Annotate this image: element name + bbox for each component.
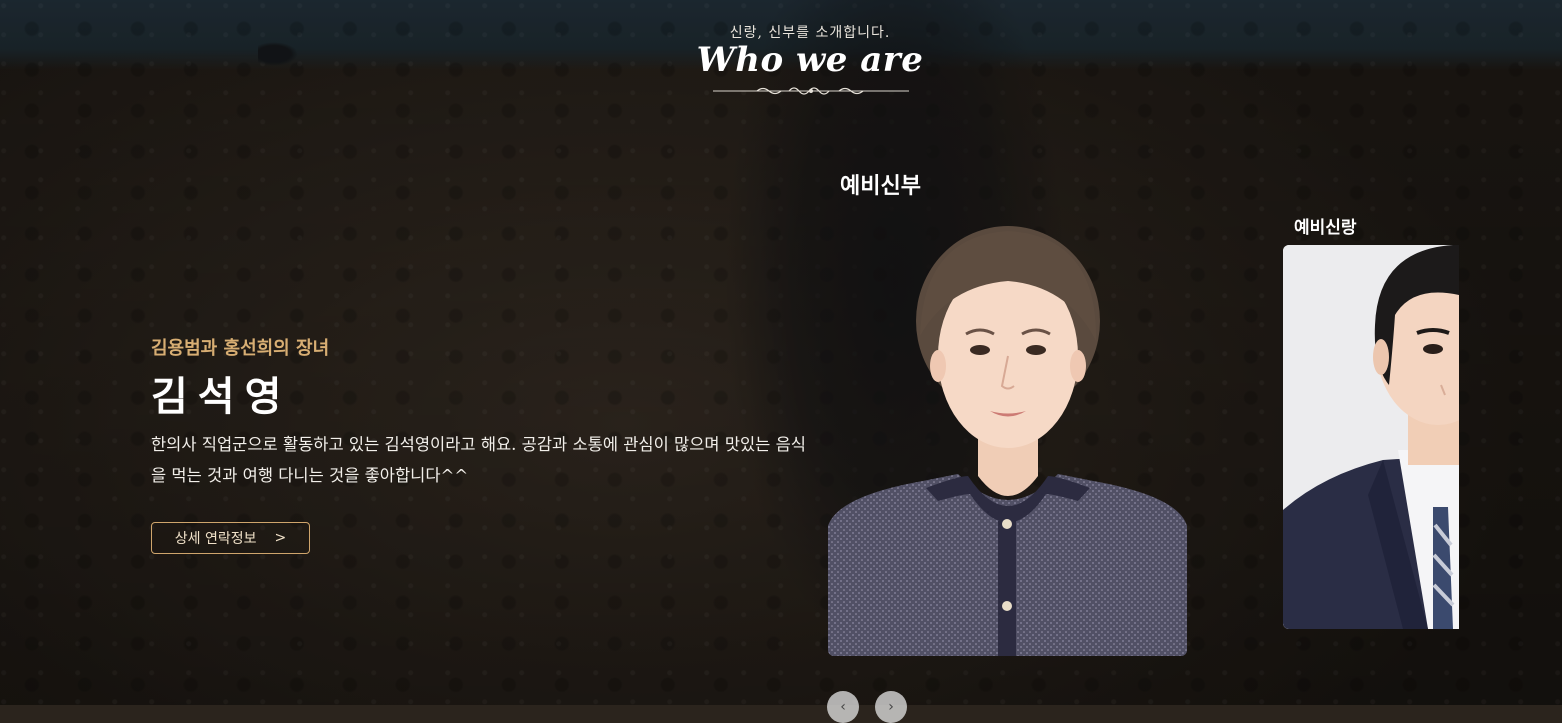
chevron-right-icon: › (888, 699, 894, 715)
carousel-next-button[interactable]: › (875, 691, 907, 723)
section-title: Who we are (696, 40, 924, 80)
contact-details-label: 상세 연락정보 (174, 531, 257, 547)
bride-label: 예비신부 (840, 174, 921, 199)
person-name: 김석영 (151, 374, 292, 420)
carousel-prev-button[interactable]: ‹ (827, 691, 859, 723)
contact-details-button[interactable]: 상세 연락정보 > (151, 522, 310, 554)
chevron-right-icon: > (274, 530, 287, 546)
ornament-divider (713, 87, 909, 95)
bride-photo[interactable] (828, 226, 1187, 656)
parents-text: 김용범과 홍선희의 장녀 (151, 338, 330, 359)
groom-label: 예비신랑 (1294, 218, 1357, 238)
section-subtitle: 신랑, 신부를 소개합니다. (729, 25, 891, 41)
person-description: 한의사 직업군으로 활동하고 있는 김석영이라고 해요. 공감과 소통에 관심이… (151, 435, 806, 485)
chevron-left-icon: ‹ (840, 699, 846, 715)
groom-portrait (1283, 245, 1459, 629)
groom-photo[interactable] (1283, 245, 1459, 629)
bride-portrait (828, 226, 1187, 656)
